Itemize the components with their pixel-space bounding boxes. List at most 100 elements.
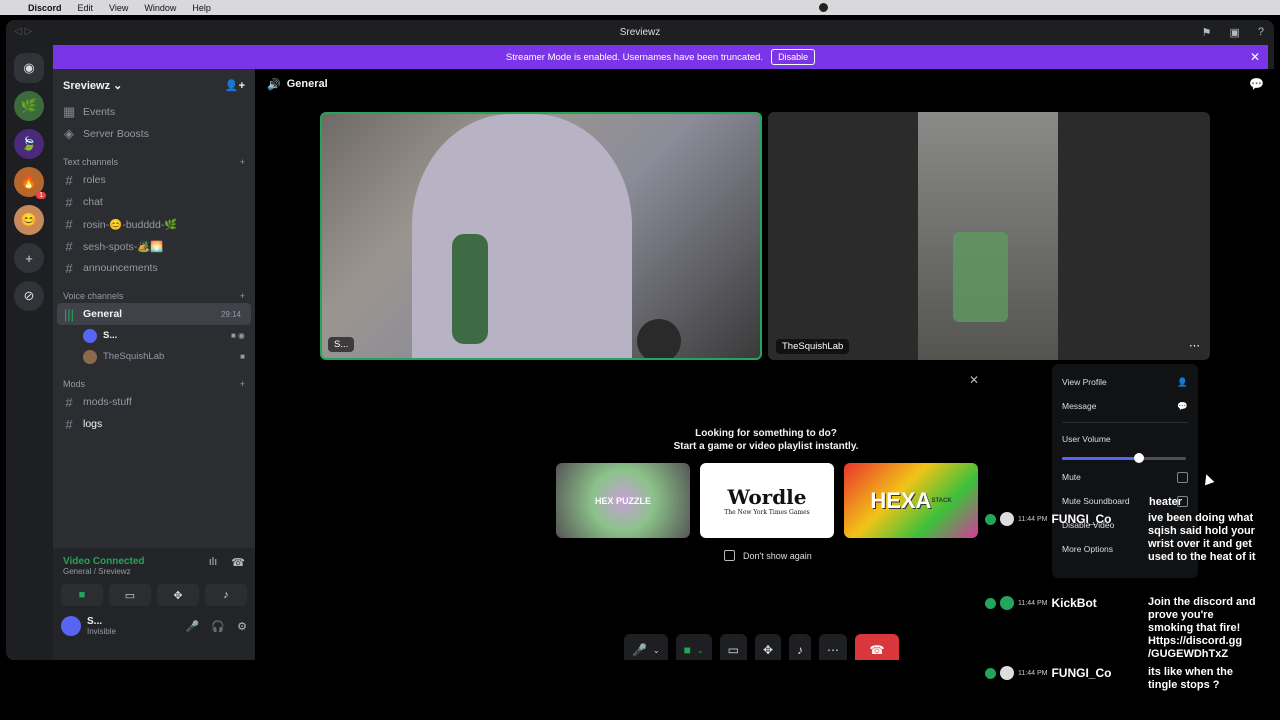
flag-icon[interactable]: ⚑ bbox=[1202, 26, 1212, 39]
more-button[interactable]: ⋯ bbox=[819, 634, 848, 660]
screen-share-button[interactable]: ▭ bbox=[719, 634, 747, 660]
speaker-icon: 🔊 bbox=[267, 78, 281, 91]
voice-channel-general[interactable]: ||| General 29:14 bbox=[57, 303, 251, 325]
video-icon: ■ bbox=[240, 352, 245, 361]
channel-announcements[interactable]: # announcements bbox=[53, 257, 255, 279]
inbox-icon[interactable]: ▣ bbox=[1229, 26, 1239, 39]
add-channel-icon[interactable]: + bbox=[240, 157, 245, 167]
hangup-icon: ☎ bbox=[869, 643, 885, 657]
menu-mute[interactable]: Mute bbox=[1062, 465, 1188, 489]
video-tile-speaking[interactable]: S... bbox=[320, 112, 762, 360]
channel-logs[interactable]: # logs bbox=[53, 413, 255, 435]
avatar[interactable] bbox=[61, 616, 81, 636]
activity-card-hexa-stack[interactable]: HEXA STACK bbox=[844, 463, 978, 538]
mic-icon[interactable]: 🎤 bbox=[186, 620, 200, 633]
close-icon[interactable]: ✕ bbox=[1250, 50, 1260, 64]
channel-chat[interactable]: # chat bbox=[53, 191, 255, 213]
chevron-down-icon: ⌄ bbox=[696, 645, 704, 655]
voice-connected-label[interactable]: Video Connected bbox=[63, 556, 145, 567]
channel-mods-stuff[interactable]: # mods-stuff bbox=[53, 391, 255, 413]
menu-message[interactable]: Message 💬 bbox=[1062, 394, 1188, 418]
video-frame-object bbox=[953, 232, 1008, 322]
calendar-icon: ▦ bbox=[63, 104, 76, 119]
channel-roles[interactable]: # roles bbox=[53, 169, 255, 191]
menu-app-name[interactable]: Discord bbox=[28, 3, 62, 13]
menu-edit[interactable]: Edit bbox=[78, 3, 94, 13]
activities-button[interactable]: ✥ bbox=[157, 584, 199, 606]
headset-icon[interactable]: 🎧 bbox=[211, 620, 225, 633]
user-volume-slider[interactable] bbox=[1062, 451, 1188, 465]
disable-button[interactable]: Disable bbox=[771, 49, 816, 65]
server-list: ◉ 🌿 🍃 🔥 1 😊 + ⊘ bbox=[6, 45, 52, 660]
activity-prompt: ✕ Looking for something to do? Start a g… bbox=[546, 369, 986, 569]
activity-title: Looking for something to do? Start a gam… bbox=[673, 428, 859, 452]
screen-share-button[interactable]: ▭ bbox=[109, 584, 151, 606]
server-header[interactable]: Sreviewz ⌄ 👤+ bbox=[53, 69, 255, 101]
voice-status: Video Connected General / Sreviewz ılı ☎ bbox=[53, 548, 255, 584]
voice-location[interactable]: General / Sreviewz bbox=[63, 567, 145, 576]
tile-name-tag: TheSquishLab bbox=[776, 339, 850, 354]
menu-view[interactable]: View bbox=[109, 3, 128, 13]
nav-arrows-icon[interactable]: ◁ ▷ bbox=[14, 26, 32, 37]
more-icon[interactable]: ⋯ bbox=[1189, 339, 1200, 352]
slider-handle[interactable] bbox=[1133, 453, 1144, 463]
invite-icon[interactable]: 👤+ bbox=[225, 79, 245, 92]
more-icon: ⋯ bbox=[827, 643, 840, 657]
category-mods[interactable]: Mods + bbox=[53, 367, 255, 391]
voice-user[interactable]: TheSquishLab ■ bbox=[53, 346, 255, 367]
camera-toggle[interactable]: ■ ⌄ bbox=[675, 634, 712, 660]
menu-window[interactable]: Window bbox=[144, 3, 176, 13]
category-voice[interactable]: Voice channels + bbox=[53, 279, 255, 303]
camera-indicator-icon bbox=[819, 3, 828, 12]
voice-icon: ||| bbox=[63, 306, 75, 322]
discord-home-icon[interactable]: ◉ bbox=[14, 53, 44, 83]
soundboard-button[interactable]: ♪ bbox=[789, 634, 812, 660]
add-channel-icon[interactable]: + bbox=[240, 291, 245, 301]
server-icon-avatar[interactable]: 😊 bbox=[14, 205, 44, 235]
soundboard-button[interactable]: ♪ bbox=[205, 584, 247, 606]
category-text[interactable]: Text channels + bbox=[53, 145, 255, 169]
user-status: Invisible bbox=[87, 627, 116, 636]
video-frame bbox=[412, 114, 632, 358]
add-server-icon[interactable]: + bbox=[14, 243, 44, 273]
activities-button[interactable]: ✥ bbox=[754, 634, 782, 660]
disconnect-icon[interactable]: ☎ bbox=[231, 556, 245, 576]
profile-icon: 👤 bbox=[1177, 376, 1188, 387]
server-icon-flame[interactable]: 🔥 1 bbox=[14, 167, 46, 199]
boosts-item[interactable]: ◈ Server Boosts bbox=[53, 123, 255, 145]
explore-icon[interactable]: ⊘ bbox=[14, 281, 44, 311]
stage-header: 🔊 General 💬 bbox=[255, 69, 1274, 99]
channel-rosin[interactable]: # rosin-😊-budddd-🌿 bbox=[53, 213, 255, 235]
voice-action-buttons: ■ ▭ ✥ ♪ bbox=[53, 584, 255, 606]
events-item[interactable]: ▦ Events bbox=[53, 101, 255, 123]
screen-icon: ▭ bbox=[727, 643, 739, 657]
hangup-button[interactable]: ☎ bbox=[855, 634, 900, 660]
help-icon[interactable]: ? bbox=[1258, 26, 1264, 39]
gear-icon[interactable]: ⚙ bbox=[237, 620, 247, 633]
voice-user[interactable]: S... ■ ◉ bbox=[53, 325, 255, 346]
close-icon[interactable]: ✕ bbox=[969, 373, 979, 387]
dont-show-again[interactable]: Don't show again bbox=[724, 550, 812, 561]
video-tile[interactable]: TheSquishLab ⋯ bbox=[768, 112, 1210, 360]
streamer-mode-banner: Streamer Mode is enabled. Usernames have… bbox=[53, 45, 1268, 69]
menu-help[interactable]: Help bbox=[192, 3, 211, 13]
camera-button[interactable]: ■ bbox=[61, 584, 103, 606]
camera-icon: ■ bbox=[683, 643, 691, 657]
chat-icon[interactable]: 💬 bbox=[1249, 77, 1264, 91]
server-icon-leaf[interactable]: 🍃 bbox=[14, 129, 44, 159]
stage-channel-name: General bbox=[286, 78, 328, 90]
channel-sesh-spots[interactable]: # sesh-spots-🏕️🌅 bbox=[53, 235, 255, 257]
channel-sidebar: Sreviewz ⌄ 👤+ ▦ Events ◈ Server Boosts Tex… bbox=[53, 69, 255, 660]
activity-card-wordle[interactable]: Wordle The New York Times Games bbox=[700, 463, 834, 538]
chevron-down-icon: ⌄ bbox=[652, 645, 660, 655]
mic-toggle[interactable]: 🎤 ⌄ bbox=[624, 634, 668, 660]
add-channel-icon[interactable]: + bbox=[240, 379, 245, 389]
window-title: Sreviewz bbox=[619, 27, 661, 38]
checkbox[interactable] bbox=[724, 550, 735, 561]
server-icon-sreviewz[interactable]: 🌿 bbox=[14, 91, 44, 121]
call-timer: 29:14 bbox=[220, 309, 241, 319]
avatar bbox=[83, 328, 97, 343]
activity-card-hex-puzzle[interactable]: HEX PUZZLE bbox=[556, 463, 690, 538]
menu-view-profile[interactable]: View Profile 👤 bbox=[1062, 370, 1188, 394]
noise-suppression-icon[interactable]: ılı bbox=[209, 556, 218, 576]
